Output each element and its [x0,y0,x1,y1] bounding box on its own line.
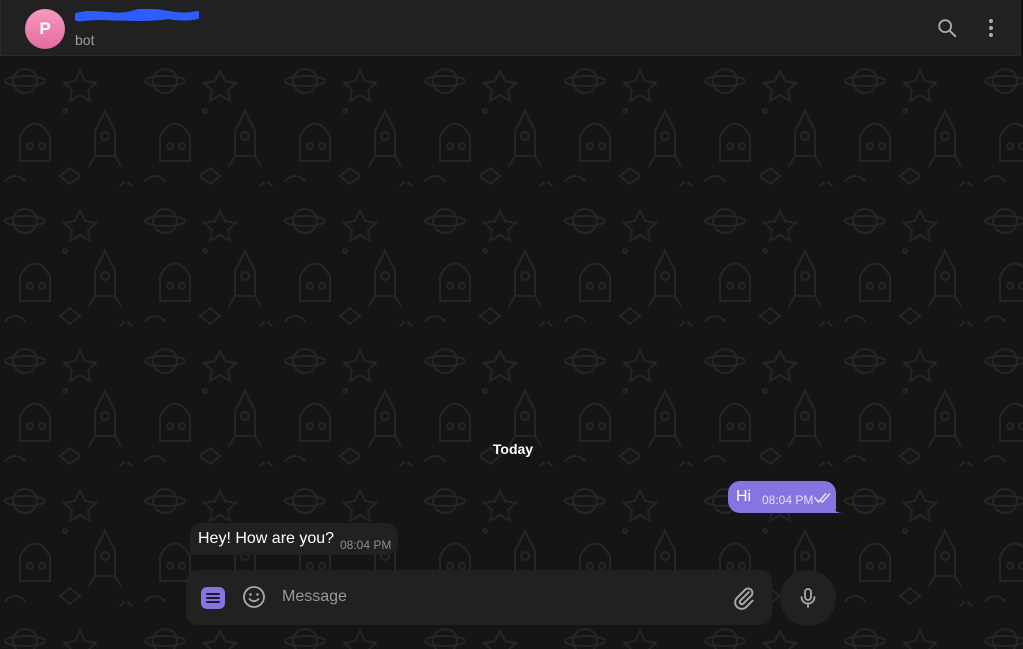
message-input[interactable] [282,582,722,612]
message-time: 08:04 PM [340,538,392,552]
redacted-chat-name [75,9,199,22]
chat-subtitle: bot [75,32,95,48]
search-icon [938,19,957,38]
chat-background-pattern [0,56,1023,649]
message-text: Hi [736,488,752,505]
message-text: Hey! How are you? [198,530,335,547]
chat-window: P bot Today Hi 08:04 PM Hey! How are you… [0,0,1023,649]
bubble-tail [830,503,842,513]
paperclip-icon[interactable] [731,585,757,611]
date-separator: Today [492,441,534,457]
bot-menu-button[interactable] [201,587,225,609]
more-options-button[interactable] [979,16,1003,40]
message-time: 08:04 PM [762,493,814,507]
message-list[interactable]: Today Hi 08:04 PM Hey! How are you? 08:0… [0,56,1023,649]
avatar[interactable]: P [25,9,65,49]
incoming-message[interactable]: Hey! How are you? 08:04 PM [190,523,398,555]
microphone-icon [800,588,816,608]
voice-record-button[interactable] [780,570,836,626]
menu-icon [206,593,220,603]
emoji-icon[interactable] [242,585,266,609]
search-button[interactable] [935,16,959,40]
more-vertical-icon [989,19,993,37]
bubble-tail [183,545,195,555]
outgoing-message[interactable]: Hi 08:04 PM [728,481,836,513]
chat-header[interactable]: P bot [0,0,1021,56]
message-composer [186,570,772,625]
